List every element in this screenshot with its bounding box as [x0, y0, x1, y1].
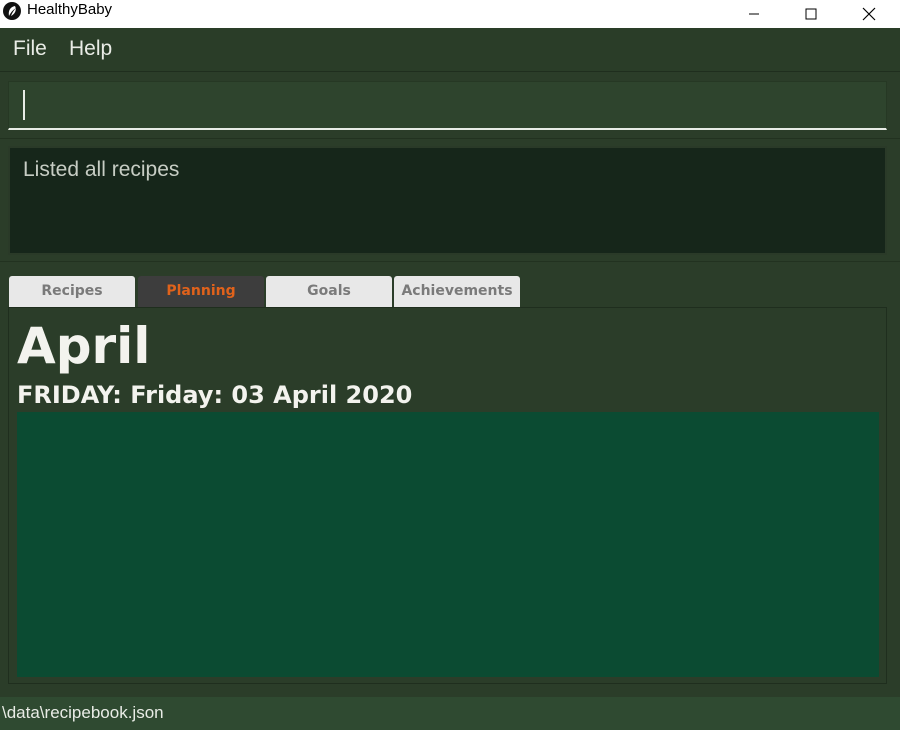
result-display: Listed all recipes	[8, 146, 887, 255]
status-bar: \data\recipebook.json	[0, 697, 900, 730]
text-caret	[23, 90, 25, 120]
month-title: April	[17, 317, 151, 375]
minimize-button[interactable]	[726, 0, 782, 28]
result-message: Listed all recipes	[23, 158, 180, 181]
window-title: HealthyBaby	[27, 1, 113, 18]
maximize-button[interactable]	[783, 0, 839, 28]
maximize-icon	[805, 8, 817, 20]
command-input[interactable]	[8, 81, 887, 130]
close-button[interactable]	[841, 0, 897, 28]
minimize-icon	[749, 13, 759, 15]
tab-goals[interactable]: Goals	[266, 276, 392, 307]
menu-bar: File Help	[0, 28, 900, 72]
command-box-area	[0, 73, 900, 139]
title-bar: HealthyBaby	[0, 0, 900, 28]
result-display-area: Listed all recipes	[0, 140, 900, 262]
day-header: FRIDAY: Friday: 03 April 2020	[17, 381, 413, 409]
menu-help[interactable]: Help	[69, 37, 112, 61]
tab-recipes[interactable]: Recipes	[9, 276, 135, 307]
file-path: \data\recipebook.json	[2, 703, 164, 722]
tab-achievements[interactable]: Achievements	[394, 276, 520, 307]
tab-planning[interactable]: Planning	[138, 276, 264, 307]
close-icon	[862, 7, 876, 21]
day-recipe-list[interactable]	[17, 412, 879, 677]
planning-pane: April FRIDAY: Friday: 03 April 2020	[8, 307, 887, 684]
menu-file[interactable]: File	[13, 37, 47, 61]
leaf-icon	[3, 2, 21, 20]
